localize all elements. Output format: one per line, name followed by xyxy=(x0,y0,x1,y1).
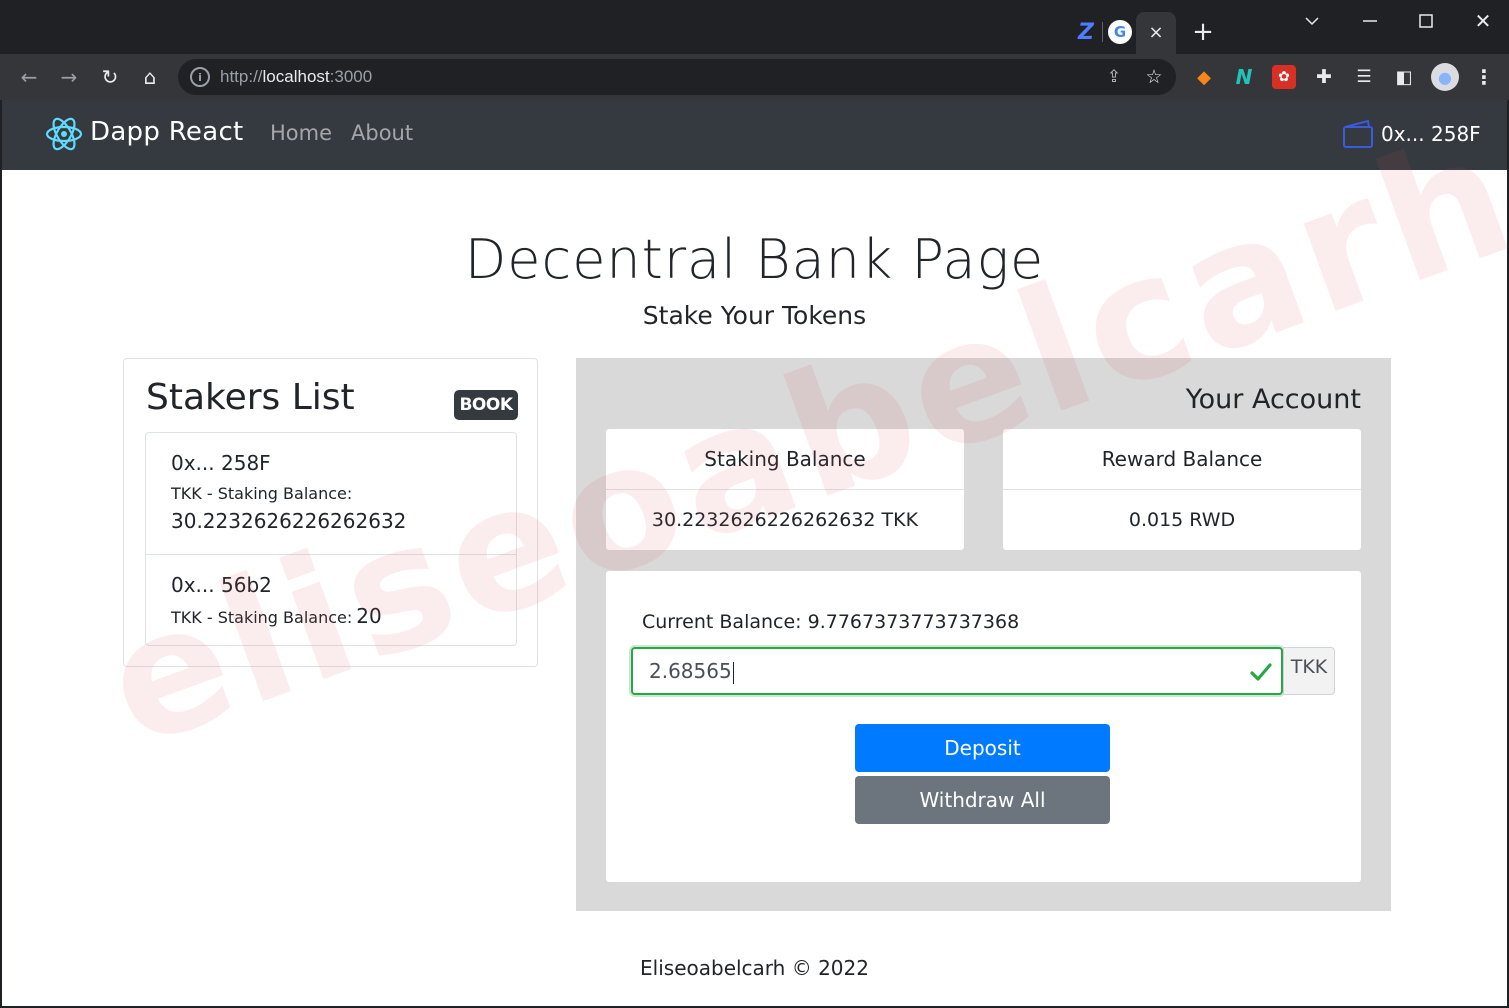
side-panel-icon[interactable]: ◧ xyxy=(1392,65,1416,89)
brand-name[interactable]: Dapp React xyxy=(90,117,244,147)
staker-balance-label: TKK - Staking Balance: xyxy=(171,608,353,627)
browser-toolbar: ← → ↻ ⌂ i http://localhost:3000 ⇪ ☆ ◆ N … xyxy=(0,54,1509,100)
stakers-list-title: Stakers List xyxy=(146,377,355,418)
address-bar[interactable]: i http://localhost:3000 ⇪ ☆ xyxy=(178,59,1176,95)
metamask-fox-icon[interactable]: ◆ xyxy=(1192,65,1216,89)
n-extension-icon[interactable]: N xyxy=(1232,65,1256,89)
red-extension-icon[interactable]: ✿ xyxy=(1272,65,1296,89)
staker-balance-value: 20 xyxy=(356,604,382,628)
site-info-icon[interactable]: i xyxy=(190,67,210,87)
app-navbar: Dapp React Home About 0x... 258F xyxy=(2,100,1507,170)
url-text[interactable]: http://localhost:3000 xyxy=(220,67,372,87)
page-content: Decentral Bank Page Stake Your Tokens St… xyxy=(2,94,1509,1006)
staking-balance-value: 30.2232626226262632 TKK xyxy=(651,509,919,531)
amount-input[interactable]: 2.68565 xyxy=(631,647,1283,695)
reload-icon[interactable]: ↻ xyxy=(95,62,125,92)
staker-address: 0x... 258F xyxy=(171,451,271,475)
new-tab-icon[interactable]: + xyxy=(1190,17,1216,47)
minimize-icon[interactable] xyxy=(1350,6,1390,36)
withdraw-all-button[interactable]: Withdraw All xyxy=(855,776,1110,824)
staker-list: 0x... 258F TKK - Staking Balance: 30.223… xyxy=(145,432,517,646)
zoom-favicon-icon[interactable]: Z xyxy=(1074,20,1098,45)
staker-balance-row: TKK - Staking Balance: 20 xyxy=(171,604,382,628)
reward-balance-value: 0.015 RWD xyxy=(1128,509,1236,531)
bookmark-star-icon[interactable]: ☆ xyxy=(1142,65,1166,89)
forward-arrow-icon[interactable]: → xyxy=(54,62,84,92)
account-panel: Your Account Staking Balance 30.22326262… xyxy=(576,358,1391,911)
maximize-icon[interactable] xyxy=(1406,6,1446,36)
reward-balance-card: Reward Balance 0.015 RWD xyxy=(1003,429,1361,550)
home-icon[interactable]: ⌂ xyxy=(135,62,165,92)
footer-copyright: Eliseoabelcarh © 2022 xyxy=(640,956,869,980)
amount-input-value[interactable]: 2.68565 xyxy=(649,659,734,684)
your-account-title: Your Account xyxy=(1185,384,1361,415)
current-balance-label: Current Balance: 9.7767373773737368 xyxy=(642,611,1020,633)
reward-balance-label: Reward Balance xyxy=(1003,429,1361,490)
valid-check-icon xyxy=(1250,663,1272,681)
back-arrow-icon[interactable]: ← xyxy=(14,62,44,92)
wallet-icon xyxy=(1343,119,1373,148)
token-unit-addon: TKK xyxy=(1283,647,1335,695)
browser-titlebar: Z G × + ✕ xyxy=(0,0,1509,54)
staker-balance-value: 30.2232626226262632 xyxy=(171,509,407,533)
share-icon[interactable]: ⇪ xyxy=(1102,65,1126,89)
nav-link-about[interactable]: About xyxy=(351,121,413,145)
profile-avatar-icon[interactable]: ● xyxy=(1431,63,1459,91)
reading-list-icon[interactable]: ☰ xyxy=(1352,65,1376,89)
deposit-form-card: Current Balance: 9.7767373773737368 2.68… xyxy=(606,571,1361,882)
extensions-puzzle-icon[interactable]: ✚ xyxy=(1312,65,1336,89)
book-badge: BOOK xyxy=(454,390,518,420)
tab-separator xyxy=(1102,22,1103,42)
list-item: 0x... 258F TKK - Staking Balance: 30.223… xyxy=(146,433,516,555)
wallet-address: 0x... 258F xyxy=(1381,122,1481,146)
staking-balance-label: Staking Balance xyxy=(606,429,964,490)
react-logo-icon[interactable] xyxy=(44,114,84,154)
google-favicon-icon[interactable]: G xyxy=(1108,20,1132,44)
page-title: Decentral Bank Page xyxy=(464,228,1045,291)
staker-balance-label: TKK - Staking Balance: xyxy=(171,484,353,503)
tab-search-chevron-icon[interactable] xyxy=(1292,6,1332,36)
window-close-icon[interactable]: ✕ xyxy=(1463,6,1503,36)
browser-menu-icon[interactable]: ⋮ xyxy=(1472,65,1496,89)
window-border-left xyxy=(0,100,2,1008)
nav-link-home[interactable]: Home xyxy=(270,121,332,145)
page-subtitle: Stake Your Tokens xyxy=(642,301,867,330)
deposit-button[interactable]: Deposit xyxy=(855,724,1110,772)
staking-balance-card: Staking Balance 30.2232626226262632 TKK xyxy=(606,429,964,550)
staker-address: 0x... 56b2 xyxy=(171,573,272,597)
stakers-list-card: Stakers List BOOK 0x... 258F TKK - Staki… xyxy=(123,358,538,667)
tab-close-icon[interactable]: × xyxy=(1145,20,1167,44)
list-item: 0x... 56b2 TKK - Staking Balance: 20 xyxy=(146,555,516,645)
